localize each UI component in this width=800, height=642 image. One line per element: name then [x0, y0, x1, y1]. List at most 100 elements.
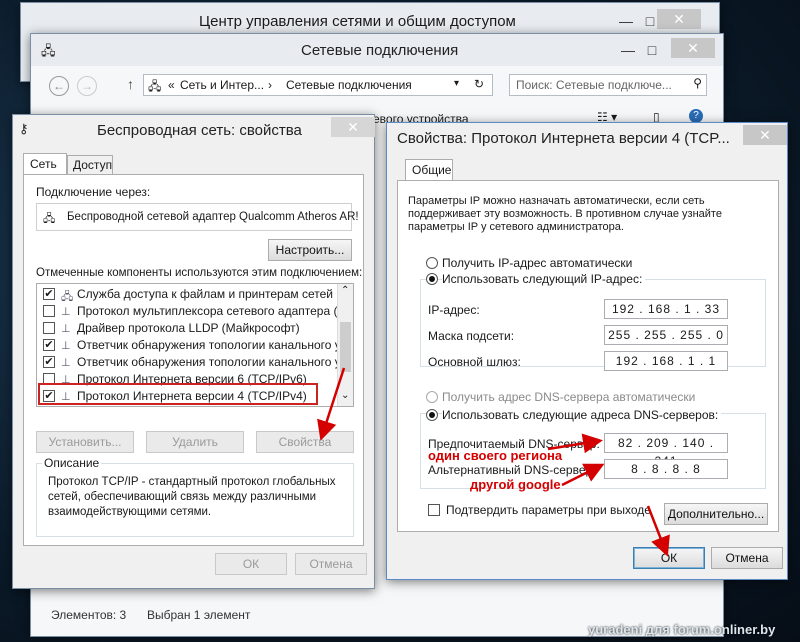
ipv4-properties-dialog: Свойства: Протокол Интернета версии 4 (T…: [386, 122, 788, 580]
checkbox[interactable]: [43, 322, 55, 334]
scroll-down-icon[interactable]: ⌄: [341, 390, 349, 401]
checkbox[interactable]: ✔: [43, 339, 55, 351]
selection-highlight-box: [38, 383, 318, 405]
manual-ip-label[interactable]: Использовать следующий IP-адрес:: [442, 272, 646, 286]
preferred-dns-field[interactable]: 82 . 209 . 140 . 241: [604, 433, 728, 468]
manual-dns-label[interactable]: Использовать следующие адреса DNS-сервер…: [442, 408, 722, 422]
maximize-icon[interactable]: □: [639, 40, 665, 60]
wifi-titlebar: ⚷ Беспроводная сеть: свойства ✕: [13, 115, 375, 145]
description-text: Протокол TCP/IP - стандартный протокол г…: [48, 476, 336, 518]
subnet-mask-label: Маска подсети:: [428, 329, 515, 343]
wifi-dialog-title: Беспроводная сеть: свойства: [97, 122, 302, 139]
search-icon[interactable]: ⚲: [693, 76, 702, 90]
ok-button[interactable]: ОК: [215, 553, 287, 575]
intro-text: Параметры IP можно назначать автоматичес…: [408, 195, 722, 233]
explorer-title: Сетевые подключения: [301, 42, 459, 59]
explorer-titlebar: 🖧 Сетевые подключения — □ ✕: [31, 34, 723, 66]
tab-panel: Подключение через: 🖧 Беспроводной сетево…: [23, 174, 364, 546]
list-item-label: Ответчик обнаружения топологии канальног…: [77, 338, 354, 352]
scroll-thumb[interactable]: [340, 322, 351, 372]
ip-address-label: IP-адрес:: [428, 303, 480, 317]
ipv4-titlebar: Свойства: Протокол Интернета версии 4 (T…: [387, 123, 787, 153]
tab-sharing-label: Доступ: [73, 158, 113, 172]
address-bar[interactable]: 🖧 « Сеть и Интер... › Сетевые подключени…: [143, 74, 493, 96]
cancel-button[interactable]: Отмена: [295, 553, 367, 575]
watermark: yuradeni для forum.onliner.by: [588, 622, 776, 637]
status-count: Элементов: 3: [51, 608, 127, 622]
checkbox[interactable]: [43, 305, 55, 317]
validate-checkbox[interactable]: [428, 504, 440, 516]
components-label: Отмеченные компоненты используются этим …: [36, 267, 363, 279]
adapter-icon: 🖧: [43, 213, 56, 225]
ipv4-dialog-title: Свойства: Протокол Интернета версии 4 (T…: [397, 130, 730, 147]
minimize-icon[interactable]: —: [613, 11, 639, 31]
list-item-label: Служба доступа к файлам и принтерам сете…: [77, 287, 354, 301]
configure-button[interactable]: Настроить...: [268, 239, 352, 261]
manual-ip-radio[interactable]: [426, 273, 438, 285]
subnet-mask-field[interactable]: 255 . 255 . 255 . 0: [604, 325, 728, 345]
auto-ip-radio[interactable]: [426, 257, 438, 269]
search-box[interactable]: Поиск: Сетевые подключе... ⚲: [509, 74, 707, 96]
protocol-icon: ⊥: [61, 323, 71, 335]
checkbox[interactable]: ✔: [43, 356, 55, 368]
advanced-button[interactable]: Дополнительно...: [664, 503, 768, 525]
breadcrumb-separator: «: [168, 78, 175, 92]
close-icon[interactable]: ✕: [671, 38, 715, 58]
breadcrumb-root[interactable]: Сеть и Интер...: [180, 78, 264, 92]
scrollbar[interactable]: ⌃ ⌄: [337, 284, 353, 406]
list-item-label: Драйвер протокола LLDP (Майкрософт): [77, 321, 300, 335]
remove-button[interactable]: Удалить: [146, 431, 244, 453]
properties-button[interactable]: Свойства: [256, 431, 354, 453]
help-icon[interactable]: ?: [689, 109, 703, 123]
cancel-button[interactable]: Отмена: [711, 547, 783, 569]
validate-label[interactable]: Подтвердить параметры при выходе: [446, 503, 651, 517]
description-title: Описание: [42, 456, 102, 470]
general-panel: Параметры IP можно назначать автоматичес…: [397, 180, 779, 532]
auto-dns-radio[interactable]: [426, 391, 438, 403]
wifi-properties-dialog: ⚷ Беспроводная сеть: свойства ✕ Сеть Дос…: [12, 114, 375, 589]
dialog-icon: ⚷: [19, 121, 29, 136]
dropdown-icon[interactable]: ▾: [454, 78, 459, 89]
tab-network-label: Сеть: [30, 157, 57, 171]
manual-dns-radio[interactable]: [426, 409, 438, 421]
auto-dns-label[interactable]: Получить адрес DNS-сервера автоматически: [442, 390, 695, 404]
status-selected: Выбран 1 элемент: [147, 608, 251, 622]
preferred-dns-note: один своего региона: [428, 448, 563, 463]
tab-general-label: Общие: [412, 163, 452, 177]
refresh-icon[interactable]: ↻: [474, 77, 484, 91]
protocol-icon: ⊥: [61, 357, 71, 369]
up-button[interactable]: ↑: [127, 76, 134, 92]
network-center-title: Центр управления сетями и общим доступом: [199, 13, 516, 30]
list-item-label: Ответчик обнаружения топологии канальног…: [77, 355, 354, 369]
close-icon[interactable]: ✕: [331, 117, 375, 137]
address-icon: 🖧: [148, 79, 162, 93]
close-icon[interactable]: ✕: [743, 125, 787, 145]
forward-button[interactable]: →: [77, 76, 97, 96]
breadcrumb-current[interactable]: Сетевые подключения: [286, 78, 412, 92]
gateway-field[interactable]: 192 . 168 . 1 . 1: [604, 351, 728, 371]
explorer-app-icon: 🖧: [41, 43, 56, 58]
protocol-icon: ⊥: [61, 340, 71, 352]
ip-address-field[interactable]: 192 . 168 . 1 . 33: [604, 299, 728, 319]
checkbox[interactable]: ✔: [43, 288, 55, 300]
back-button[interactable]: ←: [49, 76, 69, 96]
alternate-dns-note: другой google: [470, 477, 561, 492]
protocol-icon: ⊥: [61, 306, 71, 318]
gateway-label: Основной шлюз:: [428, 355, 521, 369]
breadcrumb-arrow-icon: ›: [268, 78, 272, 92]
tab-sharing[interactable]: Доступ: [67, 155, 113, 175]
alternate-dns-label: Альтернативный DNS-сервер:: [428, 463, 596, 477]
close-icon[interactable]: ✕: [657, 9, 701, 29]
search-input[interactable]: Поиск: Сетевые подключе...: [516, 78, 672, 92]
list-item-label: Протокол мультиплексора сетевого адаптер…: [77, 304, 354, 318]
alternate-dns-field[interactable]: 8 . 8 . 8 . 8: [604, 459, 728, 479]
minimize-icon[interactable]: —: [615, 40, 641, 60]
connect-via-label: Подключение через:: [36, 185, 151, 199]
ok-button[interactable]: ОК: [633, 547, 705, 569]
tab-general[interactable]: Общие: [405, 159, 453, 181]
adapter-box: 🖧 Беспроводной сетевой адаптер Qualcomm …: [36, 203, 359, 231]
scroll-up-icon[interactable]: ⌃: [341, 285, 349, 296]
install-button[interactable]: Установить...: [36, 431, 134, 453]
tab-network[interactable]: Сеть: [23, 153, 67, 175]
auto-ip-label[interactable]: Получить IP-адрес автоматически: [442, 256, 632, 270]
